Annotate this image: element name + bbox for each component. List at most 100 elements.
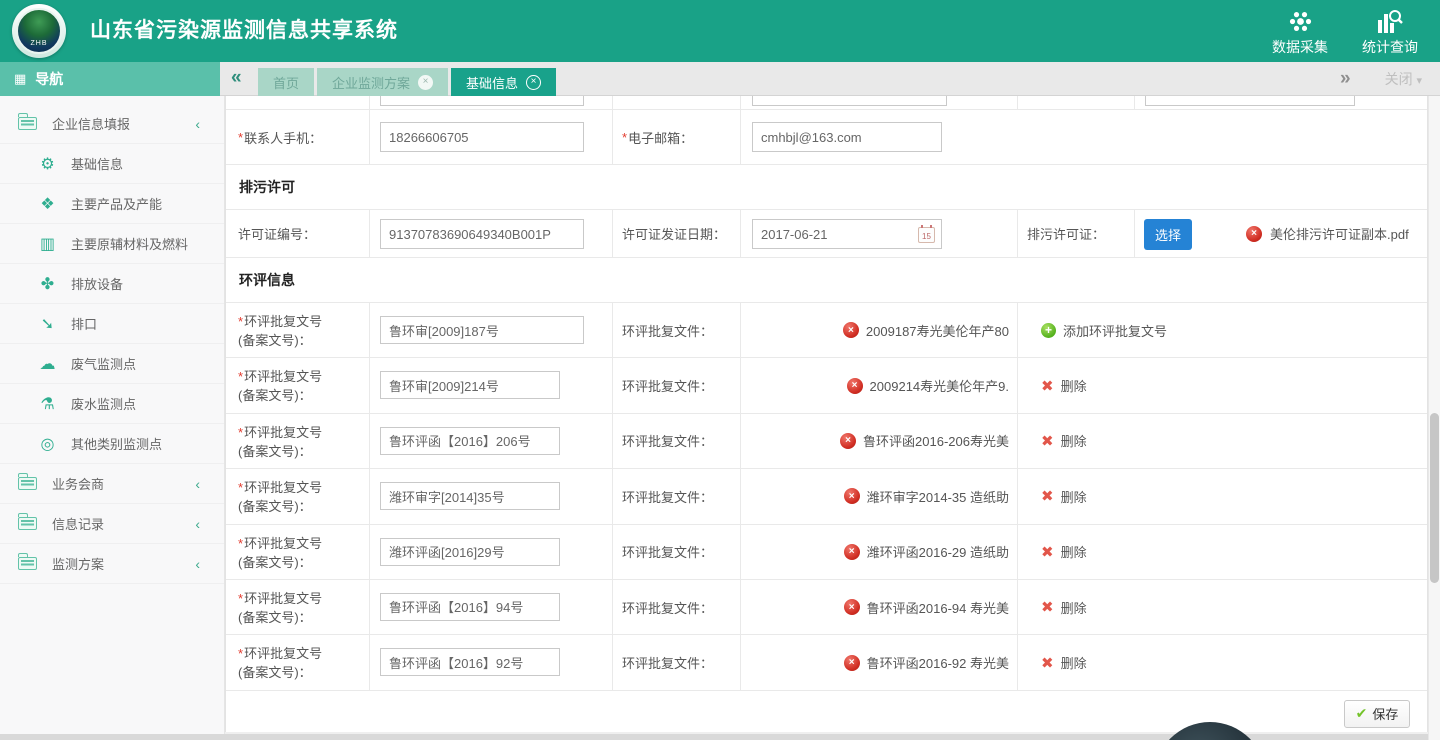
sidebar-group[interactable]: 信息记录 ‹ xyxy=(0,504,224,544)
sidebar-group[interactable]: 监测方案 ‹ xyxy=(0,544,224,584)
remove-file-icon[interactable]: × xyxy=(843,322,859,338)
sidebar-group[interactable]: 企业信息填报 ‹ xyxy=(0,104,224,144)
nav-grid-icon: ▦ xyxy=(14,71,26,87)
tab-close-icon[interactable]: × xyxy=(526,75,541,90)
eia-file-label: 环评批复文件： xyxy=(622,635,713,689)
nav-header[interactable]: ▦ 导航 xyxy=(0,62,220,96)
eia-doc-label: *环评批复文号 (备案文号)： xyxy=(238,312,322,350)
data-collect-button[interactable]: 数据采集 xyxy=(1264,6,1336,57)
add-eia-doc-button[interactable]: + 添加环评批复文号 xyxy=(1041,321,1167,340)
eia-file-name[interactable]: 鲁环评函2016-94 寿光美 xyxy=(867,598,1009,617)
remove-file-icon[interactable]: × xyxy=(847,378,863,394)
eia-doc-no-input[interactable] xyxy=(380,482,560,510)
sidebar-group[interactable]: 业务会商 ‹ xyxy=(0,464,224,504)
sidebar-item[interactable]: ▥ 主要原辅材料及燃料 xyxy=(0,224,224,264)
delete-eia-row-button[interactable]: ✖ 删除 xyxy=(1041,376,1087,395)
data-collect-label: 数据采集 xyxy=(1272,37,1328,57)
eia-file-cell: × 潍环审字2014-35 造纸助 xyxy=(740,469,1017,523)
eia-doc-no-input[interactable] xyxy=(380,593,560,621)
eia-file-name[interactable]: 潍环审字2014-35 造纸助 xyxy=(867,487,1009,506)
eia-file-cell: × 鲁环评函2016-206寿光美 xyxy=(740,414,1017,468)
eia-section-title: 环评信息 xyxy=(226,258,1427,303)
sidebar-item-label: 废气监测点 xyxy=(71,354,136,373)
permit-file-name[interactable]: 美伦排污许可证副本.pdf xyxy=(1270,224,1409,243)
license-no-input[interactable] xyxy=(380,219,584,249)
tabs-scroll-right-button[interactable]: » xyxy=(1340,68,1351,90)
sidebar-item[interactable]: ➘ 排口 xyxy=(0,304,224,344)
clipped-input[interactable] xyxy=(1145,96,1355,106)
scrollbar-thumb[interactable] xyxy=(1430,413,1439,583)
issue-date-input[interactable] xyxy=(752,219,942,249)
eia-file-cell: × 鲁环评函2016-92 寿光美 xyxy=(740,635,1017,689)
choose-file-button[interactable]: 选择 xyxy=(1144,219,1192,250)
app-header: ZHB 山东省污染源监测信息共享系统 数据采集 统计查询 xyxy=(0,0,1440,62)
eia-file-name[interactable]: 潍环评函2016-29 造纸助 xyxy=(867,542,1009,561)
delete-eia-row-button[interactable]: ✖ 删除 xyxy=(1041,598,1087,617)
clipped-input[interactable] xyxy=(752,96,947,106)
eia-row: *环评批复文号 (备案文号)： 环评批复文件： × 鲁环评函2016-206寿光… xyxy=(226,414,1427,469)
sidebar-item[interactable]: ⚗ 废水监测点 xyxy=(0,384,224,424)
eia-action-cell: ✖ 删除 xyxy=(1017,525,1427,579)
delete-eia-row-button[interactable]: ✖ 删除 xyxy=(1041,487,1087,506)
vertical-scrollbar[interactable] xyxy=(1428,96,1440,740)
header-actions: 数据采集 统计查询 xyxy=(1264,6,1426,57)
calendar-icon[interactable]: 15 xyxy=(918,227,935,243)
eia-doc-label: *环评批复文号 (备案文号)： xyxy=(238,589,322,627)
eia-file-cell: × 2009214寿光美伦年产9. xyxy=(740,358,1017,412)
phone-input[interactable] xyxy=(380,122,584,152)
navbar-right: » 关闭 ▾ xyxy=(1340,62,1422,96)
sidebar-item[interactable]: ◎ 其他类别监测点 xyxy=(0,424,224,464)
save-row: ✔ 保存 xyxy=(226,691,1427,732)
tab-basic-info[interactable]: 基础信息 × xyxy=(451,68,556,96)
folder-icon xyxy=(18,477,37,490)
sidebar-item-label: 其他类别监测点 xyxy=(71,434,162,453)
email-input[interactable] xyxy=(752,122,942,152)
sidebar-item-label: 主要原辅材料及燃料 xyxy=(71,234,188,253)
sidebar-group-label: 监测方案 xyxy=(52,554,104,573)
sidebar-item-label: 基础信息 xyxy=(71,154,123,173)
eia-file-name[interactable]: 鲁环评函2016-206寿光美 xyxy=(863,431,1009,450)
remove-file-icon[interactable]: × xyxy=(840,433,856,449)
remove-file-icon[interactable]: × xyxy=(844,599,860,615)
location-pin-icon: ◎ xyxy=(38,434,57,453)
sidebar-group-label: 企业信息填报 xyxy=(52,114,130,133)
eia-file-name[interactable]: 2009187寿光美伦年产80 xyxy=(866,321,1009,340)
eia-action-cell: + 添加环评批复文号 xyxy=(1017,303,1427,357)
tabs-scroll-left-button[interactable]: « xyxy=(231,67,242,89)
main-content: *联系人手机： *电子邮箱： 排污许可 许可证编号： 许可证发证日期： 15 排… xyxy=(225,96,1428,732)
eia-doc-no-input[interactable] xyxy=(380,427,560,455)
tab-home[interactable]: 首页 xyxy=(258,68,314,96)
sidebar-item[interactable]: ✤ 排放设备 xyxy=(0,264,224,304)
chevron-left-icon: ‹ xyxy=(195,556,200,572)
remove-permit-file-icon[interactable]: × xyxy=(1246,226,1262,242)
eia-file-label: 环评批复文件： xyxy=(622,358,713,412)
eia-doc-no-input[interactable] xyxy=(380,371,560,399)
outlet-icon: ➘ xyxy=(38,314,57,333)
eia-file-name[interactable]: 2009214寿光美伦年产9. xyxy=(870,376,1009,395)
sidebar-item[interactable]: ☁ 废气监测点 xyxy=(0,344,224,384)
sidebar-item[interactable]: ⚙ 基础信息 xyxy=(0,144,224,184)
sidebar-item[interactable]: ❖ 主要产品及产能 xyxy=(0,184,224,224)
remove-file-icon[interactable]: × xyxy=(844,544,860,560)
clipped-input[interactable] xyxy=(380,96,584,106)
remove-file-icon[interactable]: × xyxy=(844,655,860,671)
close-tabs-menu[interactable]: 关闭 ▾ xyxy=(1385,69,1422,89)
delete-eia-row-button[interactable]: ✖ 删除 xyxy=(1041,431,1087,450)
delete-eia-row-button[interactable]: ✖ 删除 xyxy=(1041,542,1087,561)
tab-bar: 首页企业监测方案× 基础信息 × xyxy=(258,62,559,96)
remove-file-icon[interactable]: × xyxy=(844,488,860,504)
stats-query-button[interactable]: 统计查询 xyxy=(1354,6,1426,57)
eia-doc-no-input[interactable] xyxy=(380,316,584,344)
eia-doc-no-input[interactable] xyxy=(380,538,560,566)
eia-action-cell: ✖ 删除 xyxy=(1017,414,1427,468)
chevron-left-icon: ‹ xyxy=(195,516,200,532)
tab-close-icon[interactable]: × xyxy=(418,75,433,90)
eia-file-name[interactable]: 鲁环评函2016-92 寿光美 xyxy=(867,653,1009,672)
delete-eia-row-button[interactable]: ✖ 删除 xyxy=(1041,653,1087,672)
eia-doc-label: *环评批复文号 (备案文号)： xyxy=(238,534,322,572)
tab-enterprise-plan[interactable]: 企业监测方案× xyxy=(317,68,448,96)
save-button[interactable]: ✔ 保存 xyxy=(1344,700,1410,728)
permit-file-label: 排污许可证： xyxy=(1027,210,1105,257)
eia-doc-no-input[interactable] xyxy=(380,648,560,676)
tab-label: 基础信息 xyxy=(466,73,518,92)
